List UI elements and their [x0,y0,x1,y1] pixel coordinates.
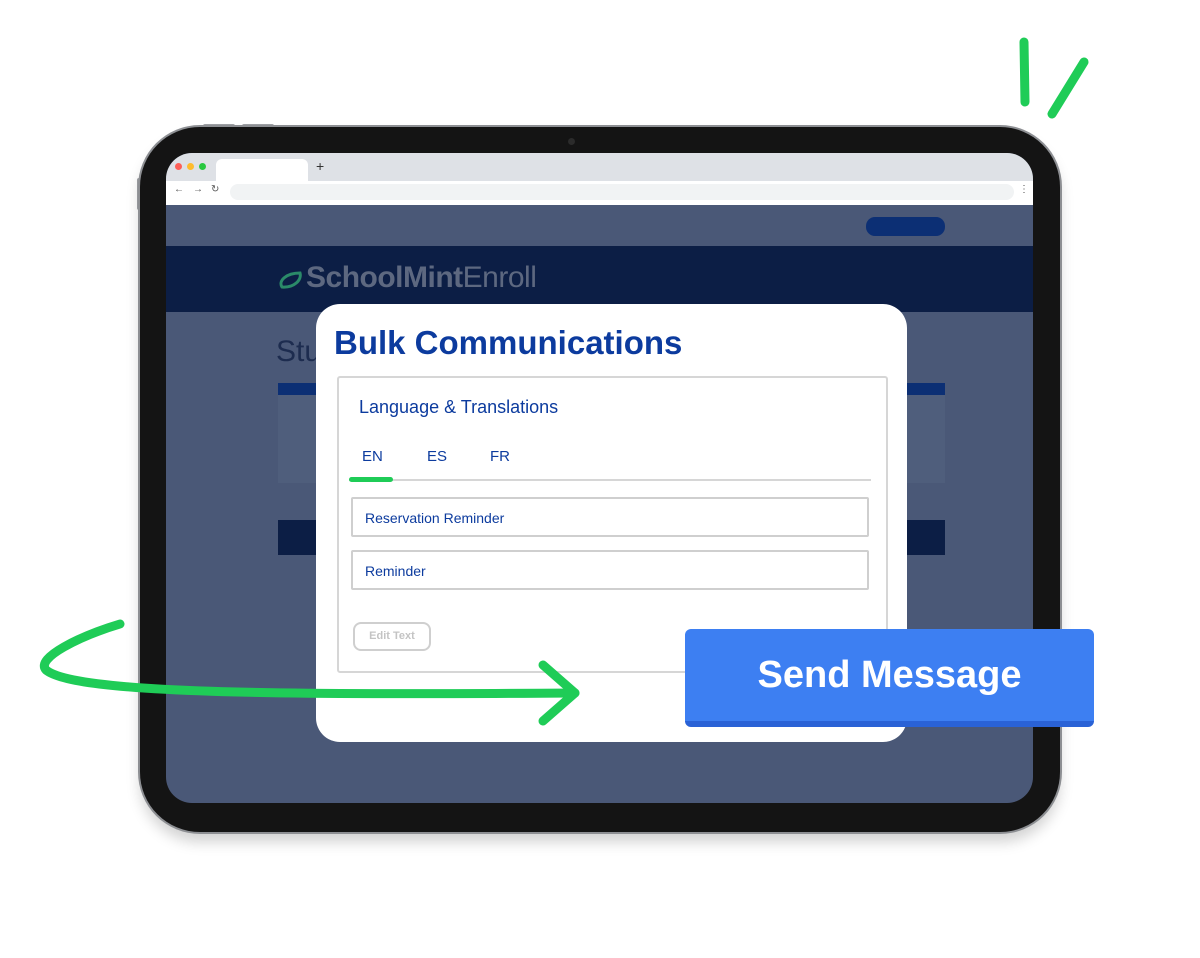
logo-bold-text: SchoolMint [306,261,463,294]
section-title: Language & Translations [359,397,559,417]
new-tab-button[interactable]: + [316,158,324,174]
browser-menu-icon[interactable]: ⋮ [1019,184,1029,195]
forward-icon[interactable]: → [193,184,203,195]
subject-field-value: Reservation Reminder [365,510,505,526]
arrow-curve-icon [39,619,580,726]
window-maximize-dot[interactable] [199,163,206,170]
page-heading: Stu [276,335,322,368]
modal-title: Bulk Communications [334,324,683,361]
tab-en[interactable]: EN [362,448,383,465]
reload-icon[interactable]: ↻ [211,184,219,195]
leaf-logo-icon [279,271,302,289]
topbar-pill-button[interactable] [866,217,945,236]
address-bar[interactable] [230,184,1014,200]
send-message-button[interactable]: Send Message [685,629,1094,727]
window-minimize-dot[interactable] [187,163,194,170]
message-field-value: Reminder [365,563,426,579]
back-icon[interactable]: ← [174,184,184,195]
tab-fr[interactable]: FR [490,448,510,465]
sparkle-lines-icon [1019,37,1089,119]
active-tab-indicator [349,477,393,482]
tab-es[interactable]: ES [427,448,447,465]
message-field[interactable]: Reminder [351,550,869,590]
tab-divider [349,479,871,481]
tablet-camera [568,138,575,145]
window-close-dot[interactable] [175,163,182,170]
app-logo: SchoolMintEnroll [306,261,537,295]
browser-tab[interactable] [216,159,308,181]
subject-field[interactable]: Reservation Reminder [351,497,869,537]
logo-light-text: Enroll [462,261,537,294]
